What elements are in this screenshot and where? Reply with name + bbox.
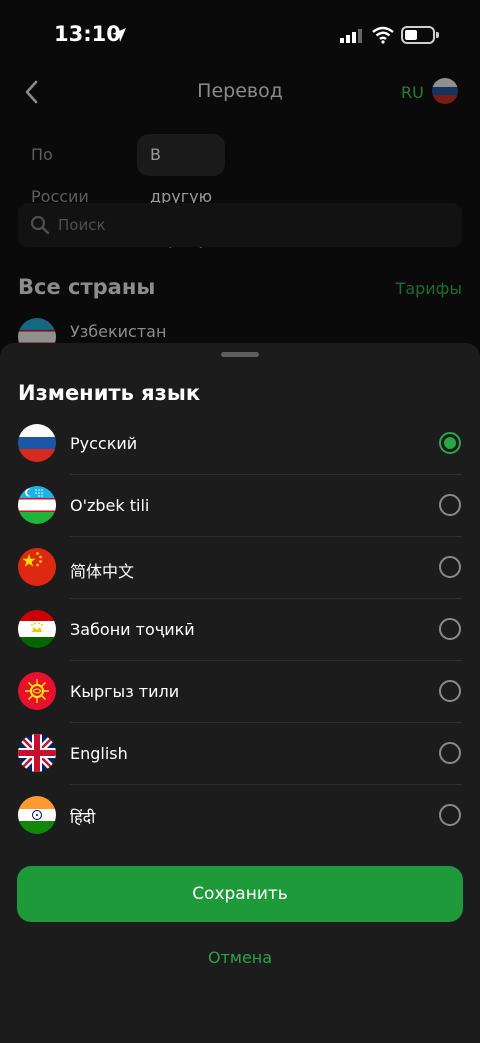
russia-flag-icon[interactable] <box>432 78 458 104</box>
tab-russia[interactable]: По России <box>18 134 102 206</box>
language-option-chinese[interactable]: 简体中文 <box>0 537 480 599</box>
china-flag-icon <box>18 548 56 586</box>
cellular-signal-icon <box>340 28 364 48</box>
radio-unselected[interactable] <box>439 556 461 578</box>
tariffs-link[interactable]: Тарифы <box>396 279 462 298</box>
language-code[interactable]: RU <box>401 83 424 102</box>
battery-icon <box>401 26 439 44</box>
radio-unselected[interactable] <box>439 618 461 640</box>
section-title: Все страны <box>18 275 156 299</box>
language-label: Русский <box>70 434 138 453</box>
tab-other-country[interactable]: В другую страну <box>137 134 226 248</box>
language-option-russian[interactable]: Русский <box>0 413 480 475</box>
language-option-kyrgyz[interactable]: Кыргыз тили <box>0 661 480 723</box>
radio-selected[interactable] <box>439 432 461 454</box>
uk-flag-icon <box>18 734 56 772</box>
language-option-english[interactable]: English <box>0 723 480 785</box>
radio-unselected[interactable] <box>439 494 461 516</box>
language-bottom-sheet: Изменить язык Русский O'zbek tili 简体中文 З… <box>0 343 480 1043</box>
radio-unselected[interactable] <box>439 804 461 826</box>
language-label: English <box>70 744 128 763</box>
cancel-button[interactable]: Отмена <box>0 948 480 967</box>
search-icon <box>30 215 50 239</box>
uzbekistan-flag-icon <box>18 486 56 524</box>
language-option-hindi[interactable]: हिंदी <box>0 785 480 847</box>
language-option-uzbek[interactable]: O'zbek tili <box>0 475 480 537</box>
language-option-tajik[interactable]: Забони тоҷикӣ <box>0 599 480 661</box>
radio-unselected[interactable] <box>439 680 461 702</box>
language-label: 简体中文 <box>70 562 135 581</box>
language-label: हिंदी <box>70 808 96 827</box>
save-button[interactable]: Сохранить <box>17 866 463 922</box>
search-placeholder: Поиск <box>58 216 106 234</box>
language-label: Кыргыз тили <box>70 682 180 701</box>
tajikistan-flag-icon <box>18 610 56 648</box>
language-label: Забони тоҷикӣ <box>70 620 195 639</box>
location-arrow-icon <box>110 26 128 48</box>
radio-unselected[interactable] <box>439 742 461 764</box>
country-name: Узбекистан <box>70 322 167 341</box>
status-bar: 13:10 <box>0 0 480 70</box>
language-label: O'zbek tili <box>70 496 150 515</box>
kyrgyzstan-flag-icon <box>18 672 56 710</box>
sheet-title: Изменить язык <box>18 381 201 405</box>
india-flag-icon <box>18 796 56 834</box>
sheet-drag-handle[interactable] <box>221 352 259 357</box>
search-input[interactable]: Поиск <box>18 203 462 247</box>
wifi-icon <box>372 26 394 48</box>
russia-flag-icon <box>18 424 56 462</box>
